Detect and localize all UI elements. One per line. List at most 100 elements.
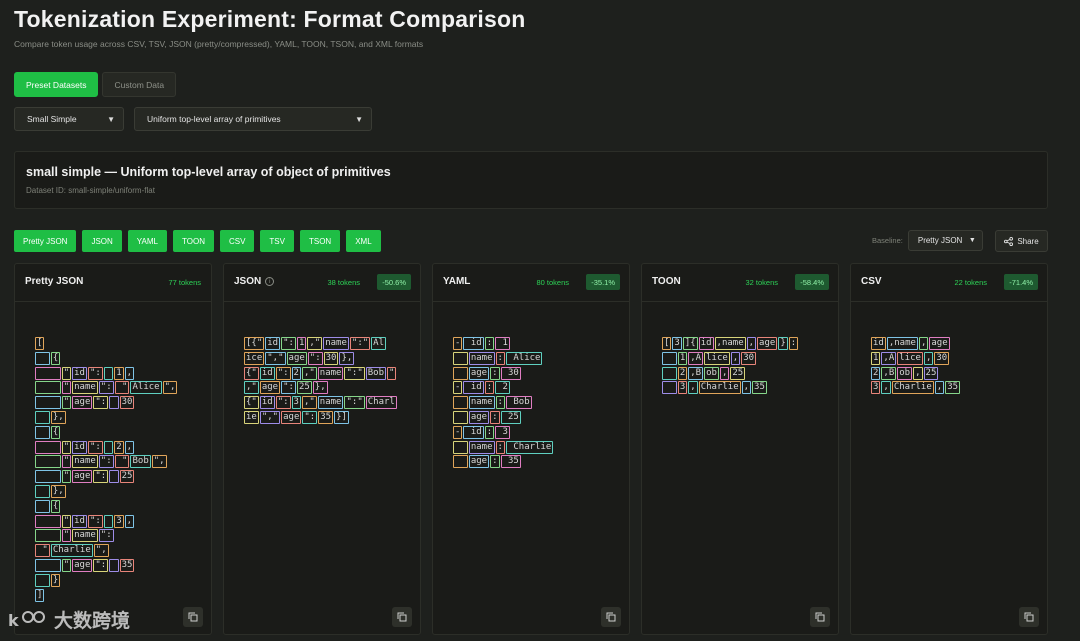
token-chip: - [453, 381, 463, 395]
token-line: ] [35, 588, 178, 603]
panel-header: CSV 22 tokens -71.4% [851, 264, 1047, 302]
token-chip: ,B [688, 366, 704, 380]
token-chip: [ [662, 337, 672, 350]
token-chip [35, 366, 61, 380]
token-chip: , [881, 381, 891, 395]
format-toggle-csv[interactable]: CSV [219, 230, 255, 252]
baseline-select[interactable]: Pretty JSON ▼ [907, 230, 983, 251]
token-chip: " [61, 396, 72, 410]
token-chip: ": [93, 470, 109, 484]
token-chip: 3 [677, 381, 688, 395]
copy-icon [188, 612, 198, 622]
copy-button[interactable] [810, 607, 830, 627]
copy-button[interactable] [392, 607, 412, 627]
token-chip [109, 558, 119, 572]
token-line: 2 ,B ob, 25 [662, 366, 799, 381]
token-chip [662, 351, 677, 365]
format-toggle-xml[interactable]: XML [346, 230, 381, 252]
token-chip: Charl [365, 396, 397, 410]
copy-button[interactable] [1019, 607, 1039, 627]
token-chip: name [72, 455, 98, 469]
token-chip: ": [87, 440, 103, 454]
token-chip: " [35, 544, 50, 558]
token-chip: {" [244, 396, 259, 410]
token-chip: name [468, 440, 495, 454]
token-chip: ]{ [682, 337, 698, 350]
token-chip: age [468, 455, 490, 469]
token-visualization: [{" id ": 1 ," name ":" Al ice "," age ": 30}, {" id ":… [244, 336, 398, 425]
token-chip: ," [307, 337, 323, 350]
share-button[interactable]: Share [995, 230, 1048, 252]
token-chip: }, [339, 351, 355, 365]
token-chip: 25 [730, 366, 746, 380]
format-toggle-tson[interactable]: TSON [299, 230, 341, 252]
token-chip: , [913, 366, 923, 380]
panel-title-text: YAML [443, 276, 471, 287]
token-line: age: 35 [453, 454, 554, 469]
format-panel-yaml: YAML 80 tokens -35.1% - id: 1 name: Alic… [432, 263, 630, 635]
token-chip: 1 [114, 366, 124, 380]
token-chip: ] [35, 588, 45, 602]
token-line: name: Alice [453, 351, 554, 366]
token-line: { [35, 425, 178, 440]
panel-title: TOON [652, 276, 681, 287]
format-toggle-json[interactable]: JSON [82, 230, 122, 252]
token-line: name: Charlie [453, 440, 554, 455]
token-chip: 3 [495, 425, 510, 439]
tab-preset-datasets[interactable]: Preset Datasets [14, 72, 99, 97]
token-chip [35, 351, 50, 365]
panel-title-text: Pretty JSON [25, 276, 84, 287]
structure-select[interactable]: Uniform top-level array of primitives ▼ [134, 107, 372, 131]
panel-header: YAML 80 tokens -35.1% [433, 264, 629, 302]
token-chip: , [918, 337, 929, 350]
watermark-logo-icon: k [8, 610, 45, 630]
token-chip [453, 366, 468, 380]
token-line: ," age ": 25}, [244, 380, 398, 395]
format-toggle-toon[interactable]: TOON [173, 230, 214, 252]
token-line: [3]{id ,name, age}: [662, 336, 799, 351]
format-toggle-pretty-json[interactable]: Pretty JSON [14, 230, 77, 252]
token-chip: [ [35, 337, 45, 350]
chevron-down-icon: ▼ [107, 114, 115, 124]
baseline-label: Baseline: [872, 236, 903, 245]
chevron-down-icon: ▼ [355, 114, 363, 124]
token-chip [453, 396, 468, 410]
format-toggle-tsv[interactable]: TSV [260, 230, 294, 252]
token-chip: id [259, 366, 275, 380]
token-line: " age ": 25 [35, 469, 178, 484]
token-chip: 3 [871, 381, 881, 395]
dataset-select[interactable]: Small Simple ▼ [14, 107, 124, 131]
token-chip: , [124, 366, 135, 380]
token-chip: Al [371, 337, 387, 350]
token-chip: id [871, 337, 886, 350]
token-chip: name [317, 366, 344, 380]
token-chip: } [778, 337, 788, 350]
copy-button[interactable] [183, 607, 203, 627]
token-count: 80 tokens [536, 278, 569, 287]
watermark: k 大数跨境 [8, 606, 130, 633]
info-icon[interactable]: i [265, 277, 275, 286]
token-chip: 2 [291, 366, 301, 380]
token-chip: id [698, 337, 714, 350]
copy-icon [815, 612, 825, 622]
token-chip [662, 381, 677, 395]
token-chip [35, 396, 61, 410]
copy-button[interactable] [601, 607, 621, 627]
token-chip: , [719, 366, 730, 380]
token-chip: " [61, 514, 72, 528]
token-chip: 1 [296, 337, 307, 350]
token-chip: 35 [318, 410, 334, 424]
token-line: " id ": 1, [35, 366, 178, 381]
copy-icon [397, 612, 407, 622]
token-chip: 2 [114, 440, 124, 454]
token-chip [35, 440, 61, 454]
token-chip: 1 [495, 337, 510, 350]
format-toggle-yaml[interactable]: YAML [127, 230, 167, 252]
tab-custom-data[interactable]: Custom Data [102, 72, 177, 97]
token-chip: age [468, 410, 490, 424]
token-chip: age [72, 470, 93, 484]
format-panel-pretty-json: Pretty JSON 77 tokens [ { " id ": 1, " name… [14, 263, 212, 635]
token-chip: id [463, 381, 484, 395]
token-chip: name [317, 396, 344, 410]
token-chip: ": [307, 351, 323, 365]
